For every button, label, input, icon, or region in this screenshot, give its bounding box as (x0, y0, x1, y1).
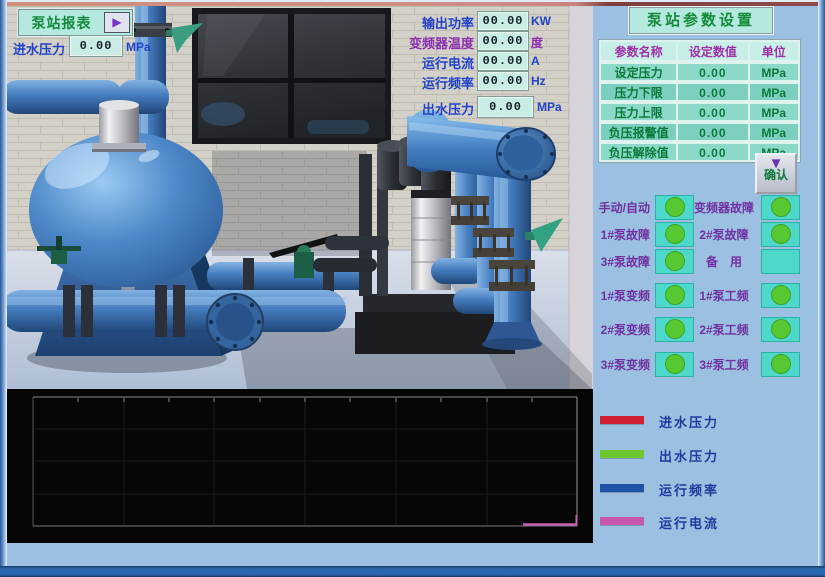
run-current-value: 00.00 (477, 51, 529, 71)
inverter-temp-unit: 度 (531, 34, 543, 51)
legend-swatch-outlet-pressure (600, 450, 644, 458)
run-frequency-label: 运行频率 (395, 73, 474, 92)
status-label-pump2-fault: 2#泵故障 (689, 226, 759, 243)
status-indicator-pump3-mains (761, 352, 800, 377)
col-header-set-value: 设定数值 (677, 41, 748, 61)
col-header-unit: 单位 (749, 41, 800, 61)
status-indicator-pump1-mains (761, 283, 800, 308)
confirm-button-label: 确认 (757, 169, 795, 181)
pipe-end-flange (207, 294, 263, 350)
output-power-value: 00.00 (477, 11, 529, 31)
status-label-spare: 备 用 (689, 253, 759, 270)
window-left-edge (0, 0, 7, 577)
table-row: 负压报警值 0.00 MPa (599, 122, 800, 142)
legend-label-run-frequency: 运行频率 (659, 480, 719, 499)
param-unit: MPa (749, 123, 800, 141)
lamp-icon (771, 224, 791, 244)
param-value-field[interactable]: 0.00 (677, 63, 748, 81)
outlet-pressure-value: 0.00 (477, 96, 534, 118)
param-unit: MPa (749, 83, 800, 101)
run-current-unit: A (531, 54, 540, 68)
window (192, 8, 391, 144)
window-top-strip (4, 2, 821, 6)
settings-panel-title: 泵站参数设置 (629, 7, 773, 34)
inlet-pressure-label: 进水压力 (13, 39, 65, 58)
status-label-pump3-fault: 3#泵故障 (586, 253, 650, 270)
settings-table-header: 参数名称 设定数值 单位 (599, 40, 800, 62)
lamp-icon (665, 251, 685, 271)
status-indicator-pump2-mains (761, 317, 800, 342)
plot-grid (33, 397, 577, 526)
lamp-icon (771, 354, 791, 374)
pump-station-hmi-screen: 泵站报表 ▶ 进水压力 0.00 MPa 输出功率 00.00 KW 变频器温度… (0, 0, 825, 577)
window-right-edge (818, 0, 825, 577)
lamp-icon (771, 319, 791, 339)
legend-swatch-run-current (600, 517, 644, 525)
window-bottom-strip (0, 566, 825, 577)
param-value-field[interactable]: 0.00 (677, 103, 748, 121)
report-button[interactable]: 泵站报表 ▶ (18, 9, 133, 36)
param-name: 负压报警值 (600, 123, 677, 141)
outlet-pressure-unit: MPa (537, 100, 562, 114)
inlet-pressure-unit: MPa (126, 40, 151, 54)
run-current-label: 运行电流 (395, 53, 474, 72)
status-label-manual-auto: 手动/自动 (586, 199, 650, 216)
legend-label-inlet-pressure: 进水压力 (659, 412, 719, 431)
lamp-icon (665, 224, 685, 244)
report-button-label: 泵站报表 (19, 13, 104, 33)
inverter-temp-value: 00.00 (477, 31, 529, 51)
table-row: 压力上限 0.00 MPa (599, 102, 800, 122)
inlet-pressure-value: 0.00 (69, 35, 123, 57)
legend-swatch-run-frequency (600, 484, 644, 492)
table-row: 压力下限 0.00 MPa (599, 82, 800, 102)
run-frequency-value: 00.00 (477, 71, 529, 91)
status-indicator-inverter-fault (761, 195, 800, 220)
outlet-pressure-label: 出水压力 (422, 99, 474, 118)
lamp-icon (665, 197, 685, 217)
param-name: 压力上限 (600, 103, 677, 121)
lamp-icon (665, 354, 685, 374)
output-power-unit: KW (531, 14, 551, 28)
confirm-button[interactable]: ▼ 确认 (755, 153, 797, 194)
status-label-pump3-mains: 3#泵工频 (689, 356, 759, 373)
legend-label-run-current: 运行电流 (659, 513, 719, 532)
status-label-pump1-fault: 1#泵故障 (586, 226, 650, 243)
axis-ticks (78, 398, 532, 402)
param-value-field[interactable]: 0.00 (677, 123, 748, 141)
play-arrow-icon[interactable]: ▶ (104, 12, 130, 33)
run-frequency-unit: Hz (531, 74, 546, 88)
param-name: 压力下限 (600, 83, 677, 101)
table-row: 设定压力 0.00 MPa (599, 62, 800, 82)
col-header-param-name: 参数名称 (600, 41, 677, 61)
status-indicator-spare (761, 249, 800, 274)
inverter-temp-label: 变频器温度 (395, 33, 474, 52)
param-unit: MPa (749, 103, 800, 121)
current-trace (523, 515, 577, 526)
param-name: 负压解除值 (600, 143, 677, 161)
trend-plot (7, 389, 593, 543)
status-label-pump2-vfd: 2#泵变频 (586, 321, 650, 338)
status-label-pump3-vfd: 3#泵变频 (586, 356, 650, 373)
legend-swatch-inlet-pressure (600, 416, 644, 424)
legend-label-outlet-pressure: 出水压力 (659, 446, 719, 465)
param-name: 设定压力 (600, 63, 677, 81)
status-label-pump1-vfd: 1#泵变频 (586, 287, 650, 304)
trend-chart-panel (7, 389, 593, 543)
lamp-icon (771, 197, 791, 217)
status-label-inverter-fault: 变频器故障 (689, 199, 759, 216)
param-value-field[interactable]: 0.00 (677, 143, 748, 161)
status-indicator-pump2-fault (761, 222, 800, 247)
output-power-label: 输出功率 (395, 13, 474, 32)
param-value-field[interactable]: 0.00 (677, 83, 748, 101)
param-unit: MPa (749, 63, 800, 81)
status-label-pump1-mains: 1#泵工频 (689, 287, 759, 304)
tank-top-cylinder (92, 100, 146, 152)
settings-table: 参数名称 设定数值 单位 设定压力 0.00 MPa 压力下限 0.00 MPa… (598, 39, 801, 163)
status-label-pump2-mains: 2#泵工频 (689, 321, 759, 338)
lamp-icon (771, 285, 791, 305)
lamp-icon (665, 285, 685, 305)
lamp-icon (665, 319, 685, 339)
